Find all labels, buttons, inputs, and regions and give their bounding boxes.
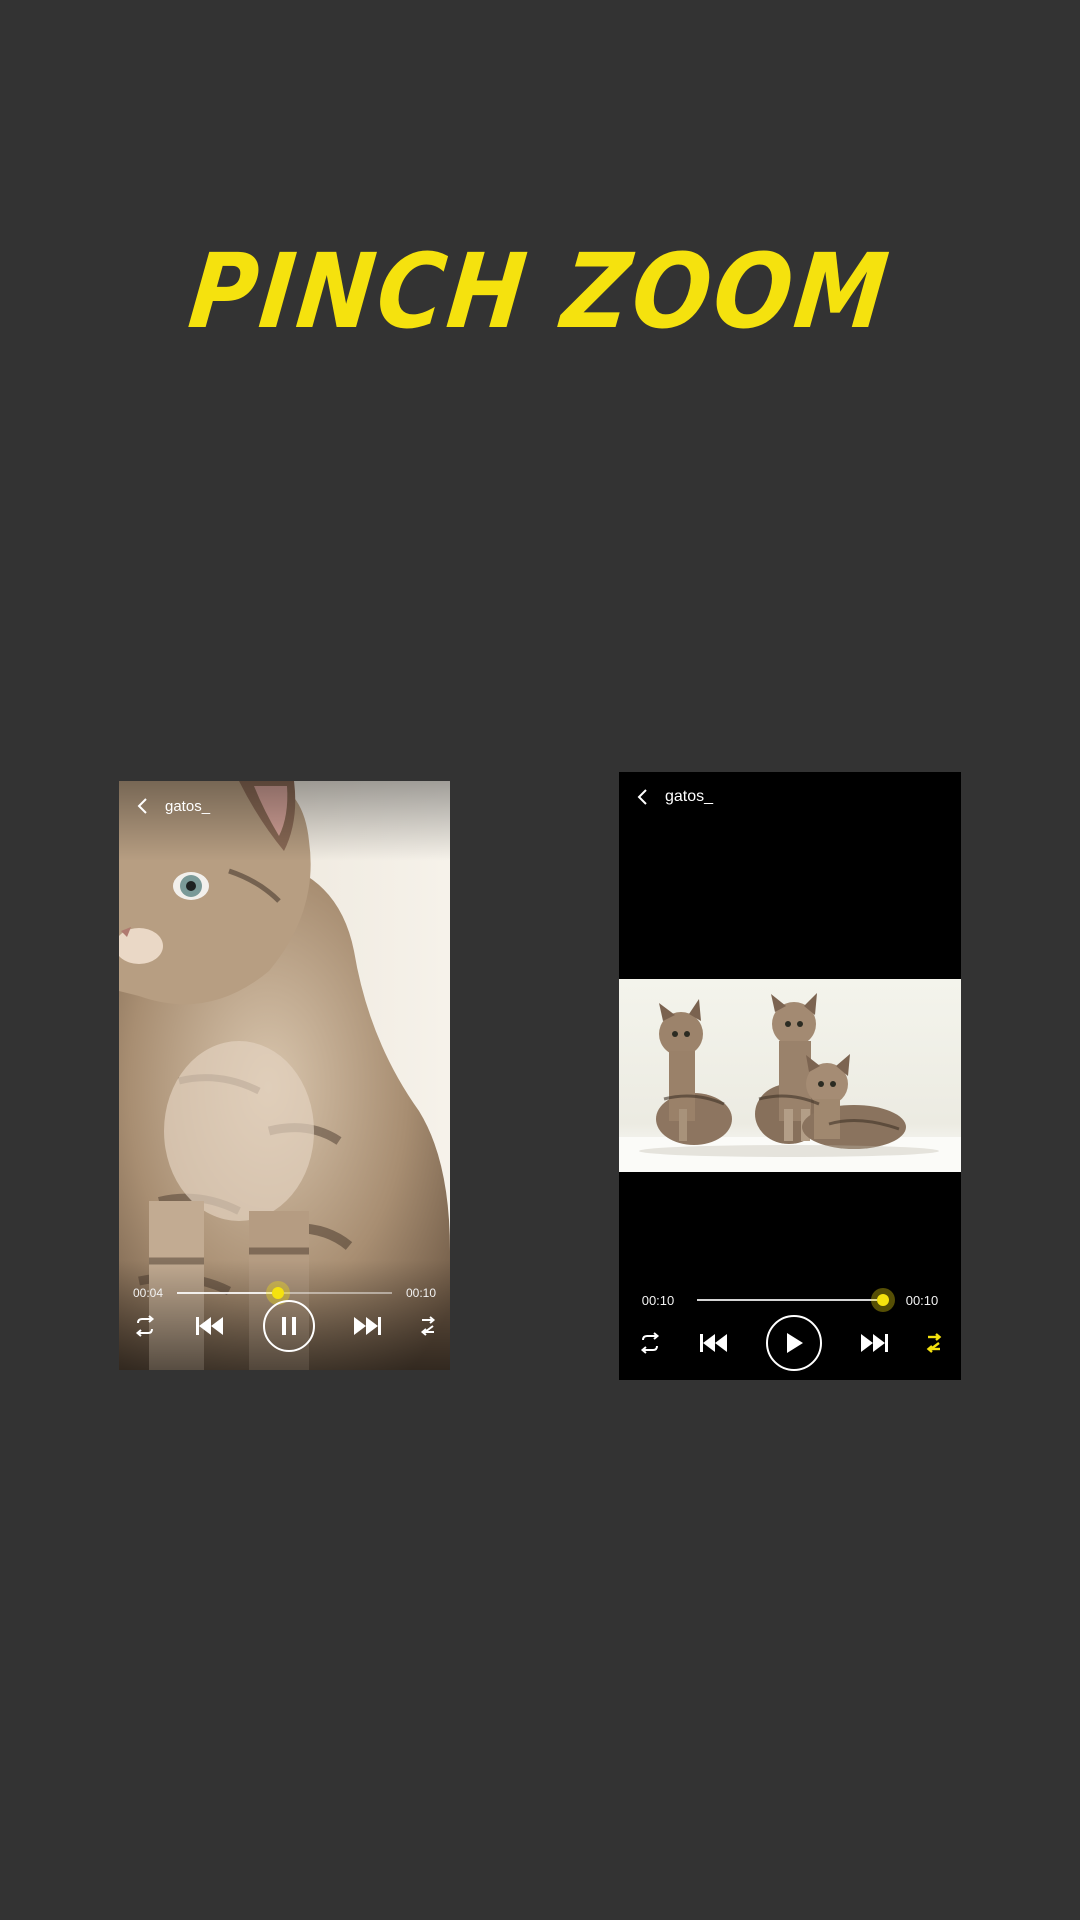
repeat-icon[interactable]: [133, 1315, 157, 1337]
current-time: 00:04: [132, 1286, 164, 1300]
seek-thumb-dot: [877, 1294, 889, 1306]
skip-previous-icon[interactable]: [195, 1316, 225, 1336]
video-title: gatos_: [665, 788, 714, 805]
page-headline: PINCH ZOOM: [183, 231, 897, 352]
total-time: 00:10: [405, 1286, 437, 1300]
pause-icon: [281, 1317, 296, 1335]
top-bar: gatos_: [119, 781, 450, 831]
pause-button[interactable]: [262, 1300, 315, 1352]
shuffle-icon[interactable]: [420, 1314, 436, 1338]
top-bar: gatos_: [619, 772, 961, 822]
seek-progress: [177, 1292, 279, 1294]
chevron-left-icon[interactable]: [629, 783, 657, 811]
play-icon: [787, 1333, 803, 1353]
seek-track[interactable]: [177, 1281, 392, 1305]
skip-next-icon[interactable]: [352, 1316, 382, 1336]
video-title: gatos_: [165, 797, 211, 815]
seek-progress: [697, 1299, 883, 1301]
playback-controls: [119, 1300, 450, 1352]
repeat-icon[interactable]: [638, 1332, 662, 1354]
fit-video-player[interactable]: gatos_ 00:10 00:10: [619, 772, 961, 1380]
skip-previous-icon[interactable]: [699, 1333, 729, 1353]
kittens-video-frame[interactable]: [619, 979, 961, 1172]
skip-next-icon[interactable]: [859, 1333, 889, 1353]
play-button[interactable]: [766, 1315, 822, 1371]
zoomed-video-player[interactable]: gatos_ 00:04 00:10: [119, 781, 450, 1370]
seek-thumb[interactable]: [871, 1288, 895, 1312]
seek-bar-row: 00:10 00:10: [619, 1288, 961, 1312]
seek-track[interactable]: [697, 1288, 895, 1312]
seek-thumb-dot: [272, 1287, 285, 1299]
current-time: 00:10: [641, 1292, 675, 1308]
shuffle-icon[interactable]: [926, 1331, 942, 1355]
playback-controls: [619, 1315, 961, 1371]
chevron-left-icon[interactable]: [129, 792, 157, 820]
